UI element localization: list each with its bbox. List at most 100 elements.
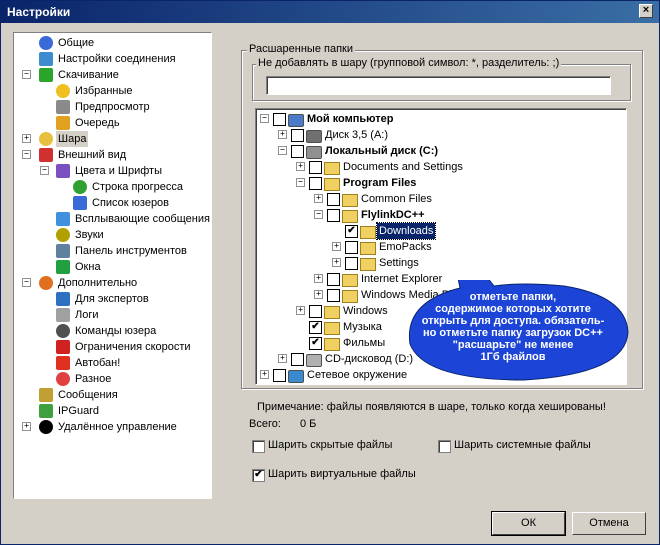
- cancel-button[interactable]: Отмена: [572, 512, 646, 535]
- ok-button[interactable]: ОК: [491, 511, 566, 536]
- nav-item[interactable]: Всплывающие сообщения: [14, 211, 211, 227]
- share-system-label[interactable]: Шарить системные файлы: [454, 439, 591, 451]
- nav-item[interactable]: Ограничения скорости: [14, 339, 211, 355]
- folder-checkbox[interactable]: [345, 257, 358, 270]
- tree-expander[interactable]: +: [332, 258, 341, 267]
- tree-expander[interactable]: +: [22, 422, 31, 431]
- folder-tree-item[interactable]: − FlylinkDC++: [256, 207, 626, 223]
- tree-expander[interactable]: +: [278, 354, 287, 363]
- folder-label: Сетевое окружение: [307, 369, 408, 381]
- tree-expander[interactable]: +: [278, 130, 287, 139]
- folder-checkbox[interactable]: [273, 113, 286, 126]
- folder-checkbox[interactable]: [291, 129, 304, 142]
- folder-tree-item[interactable]: − Program Files: [256, 175, 626, 191]
- folder-tree-item[interactable]: + Common Files: [256, 191, 626, 207]
- tree-expander[interactable]: −: [278, 146, 287, 155]
- nav-item[interactable]: Звуки: [14, 227, 211, 243]
- folder-tree-item[interactable]: − Локальный диск (C:): [256, 143, 626, 159]
- folder-label: Мой компьютер: [307, 113, 394, 125]
- tree-expander[interactable]: −: [22, 70, 31, 79]
- close-button[interactable]: ×: [639, 4, 653, 18]
- nav-item[interactable]: Общие: [14, 35, 211, 51]
- nav-item[interactable]: Предпросмотр: [14, 99, 211, 115]
- nav-item[interactable]: IPGuard: [14, 403, 211, 419]
- tree-expander[interactable]: −: [22, 278, 31, 287]
- folder-checkbox[interactable]: [309, 177, 322, 190]
- folder-checkbox[interactable]: [273, 369, 286, 382]
- folder-checkbox[interactable]: [291, 145, 304, 158]
- tree-expander[interactable]: +: [314, 194, 323, 203]
- folder-checkbox[interactable]: [327, 289, 340, 302]
- nav-item-label: Логи: [75, 309, 99, 321]
- exclude-input[interactable]: [266, 76, 611, 95]
- nav-item[interactable]: − Скачивание: [14, 67, 211, 83]
- share-hidden-label[interactable]: Шарить скрытые файлы: [268, 439, 392, 451]
- title-bar[interactable]: Настройки ×: [1, 1, 659, 23]
- folder-label: Common Files: [361, 193, 432, 205]
- folder-checkbox[interactable]: [327, 273, 340, 286]
- nav-item[interactable]: Строка прогресса: [14, 179, 211, 195]
- connection-icon: [39, 52, 53, 66]
- folder-checkbox[interactable]: [345, 241, 358, 254]
- folder-tree-item[interactable]: + Диск 3,5 (A:): [256, 127, 626, 143]
- folder-checkbox[interactable]: ✔: [309, 337, 322, 350]
- nav-item[interactable]: − Дополнительно: [14, 275, 211, 291]
- nav-item[interactable]: Для экспертов: [14, 291, 211, 307]
- tree-expander[interactable]: −: [296, 178, 305, 187]
- folder-checkbox[interactable]: [309, 161, 322, 174]
- tree-expander[interactable]: −: [22, 150, 31, 159]
- nav-item[interactable]: − Цвета и Шрифты: [14, 163, 211, 179]
- callout-line: открыть для доступа. обязатель-: [421, 315, 605, 327]
- tree-expander[interactable]: −: [40, 166, 49, 175]
- share-virtual-label[interactable]: Шарить виртуальные файлы: [268, 468, 416, 480]
- nav-item[interactable]: + Шара: [14, 131, 211, 147]
- tree-expander[interactable]: +: [314, 290, 323, 299]
- tree-expander[interactable]: +: [260, 370, 269, 379]
- nav-item[interactable]: Список юзеров: [14, 195, 211, 211]
- tree-expander[interactable]: −: [260, 114, 269, 123]
- nav-item[interactable]: Окна: [14, 259, 211, 275]
- share-hidden-checkbox[interactable]: [252, 440, 265, 453]
- folder-tree-item[interactable]: + Documents and Settings: [256, 159, 626, 175]
- folder-checkbox[interactable]: [291, 353, 304, 366]
- nav-item[interactable]: Команды юзера: [14, 323, 211, 339]
- nav-item[interactable]: Разное: [14, 371, 211, 387]
- folder-tree-item[interactable]: ✔ Downloads: [256, 222, 626, 240]
- share-virtual-checkbox[interactable]: ✔: [252, 469, 265, 482]
- tree-expander[interactable]: +: [296, 162, 305, 171]
- nav-item[interactable]: Автобан!: [14, 355, 211, 371]
- settings-category-tree[interactable]: Общие Настройки соединения − Скачивание Избр…: [13, 32, 212, 499]
- folder-icon: [324, 338, 340, 351]
- folder-checkbox[interactable]: [327, 193, 340, 206]
- folder-checkbox[interactable]: ✔: [309, 321, 322, 334]
- nav-item[interactable]: Панель инструментов: [14, 243, 211, 259]
- folder-icon: [360, 258, 376, 271]
- folder-checkbox[interactable]: [327, 209, 340, 222]
- nav-item[interactable]: Очередь: [14, 115, 211, 131]
- folder-tree-item[interactable]: + Settings: [256, 255, 626, 271]
- folder-label: Documents and Settings: [343, 161, 463, 173]
- toolbar-icon: [56, 244, 70, 258]
- nav-item[interactable]: − Внешний вид: [14, 147, 211, 163]
- nav-item[interactable]: Сообщения: [14, 387, 211, 403]
- nav-item[interactable]: Избранные: [14, 83, 211, 99]
- folder-icon: [360, 226, 376, 239]
- folder-checkbox[interactable]: ✔: [345, 225, 358, 238]
- colors-fonts-icon: [56, 164, 70, 178]
- nav-item[interactable]: + Удалённое управление: [14, 419, 211, 435]
- folder-tree-item[interactable]: − Мой компьютер: [256, 111, 626, 127]
- tree-expander[interactable]: +: [314, 274, 323, 283]
- folder-tree-item[interactable]: + EmoPacks: [256, 239, 626, 255]
- tree-expander[interactable]: +: [332, 242, 341, 251]
- folder-checkbox[interactable]: [309, 305, 322, 318]
- nav-item[interactable]: Логи: [14, 307, 211, 323]
- queue-icon: [56, 116, 70, 130]
- tree-expander[interactable]: +: [22, 134, 31, 143]
- folder-icon: [342, 274, 358, 287]
- tree-expander[interactable]: +: [296, 306, 305, 315]
- tree-expander[interactable]: −: [314, 210, 323, 219]
- share-system-checkbox[interactable]: [438, 440, 451, 453]
- nav-item[interactable]: Настройки соединения: [14, 51, 211, 67]
- folder-icon: [360, 242, 376, 255]
- ipguard-icon: [39, 404, 53, 418]
